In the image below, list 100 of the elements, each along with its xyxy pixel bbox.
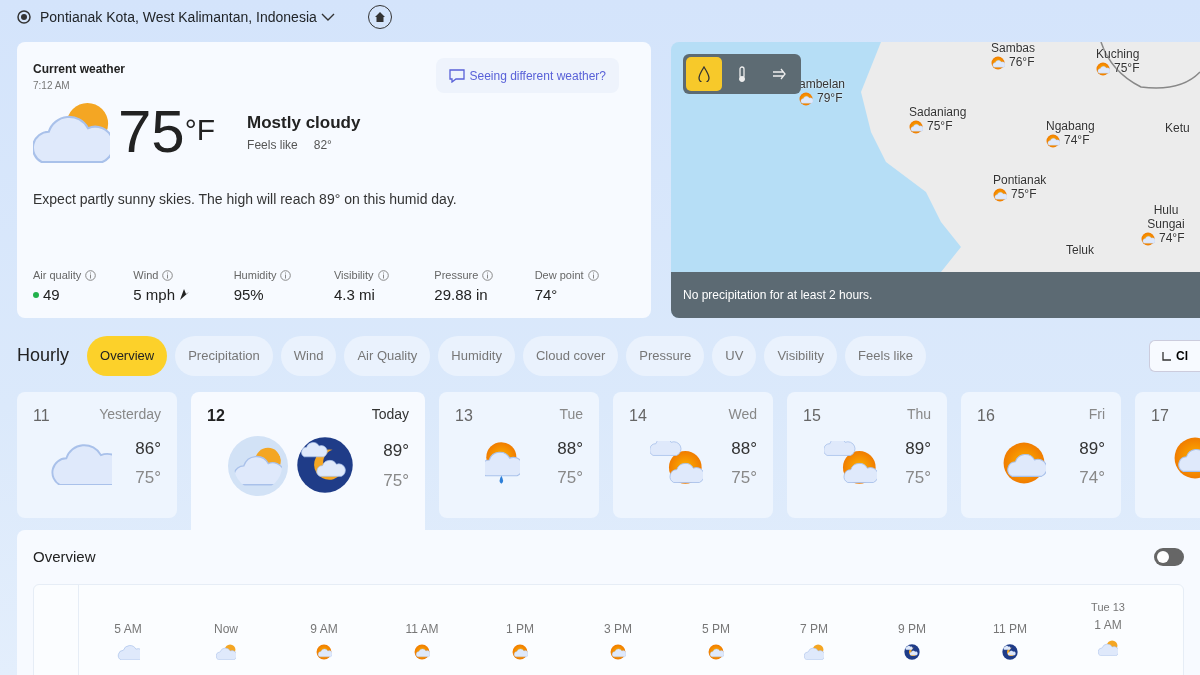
summary-text: Expect partly sunny skies. The high will reach 89° on this humid day. bbox=[33, 190, 458, 209]
home-icon bbox=[374, 12, 385, 22]
tab[interactable]: Feels like bbox=[845, 336, 927, 376]
place-name: Pontianak bbox=[993, 174, 1047, 188]
stat-value: 5 mph bbox=[133, 284, 176, 305]
day-text: Today bbox=[371, 404, 409, 424]
info-icon[interactable] bbox=[482, 269, 494, 281]
card-title: Current weather bbox=[33, 61, 126, 78]
stat-label: Air quality bbox=[33, 268, 82, 283]
weather-icon bbox=[216, 644, 236, 660]
weather-icon bbox=[1046, 133, 1060, 148]
place-name: Ketu bbox=[1165, 122, 1190, 136]
stat-value: 4.3 mi bbox=[334, 284, 375, 305]
hour-label: Now bbox=[213, 621, 239, 638]
hour-label: 7 PM bbox=[799, 621, 829, 638]
weather-icon bbox=[991, 55, 1005, 70]
feedback-button[interactable]: Seeing different weather? bbox=[436, 58, 619, 93]
stat-label: Humidity bbox=[233, 268, 277, 283]
date-text: 12 bbox=[207, 405, 225, 426]
weather-icon bbox=[116, 644, 140, 660]
chart-button[interactable]: Cl bbox=[1149, 339, 1200, 372]
weather-icon bbox=[823, 441, 877, 485]
day-card[interactable]: 17 bbox=[1135, 391, 1200, 518]
place-temperature: 75°F bbox=[927, 119, 953, 134]
stat-value: 49 bbox=[43, 284, 60, 305]
condition-text: Mostly cloudy bbox=[247, 112, 361, 135]
temperature-text: 75 bbox=[118, 102, 185, 162]
info-icon[interactable] bbox=[377, 269, 389, 281]
info-icon[interactable] bbox=[162, 269, 174, 281]
info-icon[interactable] bbox=[280, 269, 292, 281]
place-temperature: 74°F bbox=[1159, 231, 1185, 246]
tab[interactable]: Pressure bbox=[626, 336, 705, 376]
weather-icon bbox=[414, 644, 430, 660]
tab[interactable]: Visibility bbox=[764, 336, 838, 376]
feels-like-value: 82° bbox=[313, 136, 332, 154]
day-text: Thu bbox=[906, 404, 931, 424]
panel-title: Overview bbox=[33, 546, 96, 567]
place-temperature: 75°F bbox=[1114, 61, 1140, 76]
weather-icon bbox=[804, 644, 824, 660]
place-temperature: 76°F bbox=[1009, 55, 1035, 70]
date-text: 15 bbox=[803, 405, 821, 426]
drop-icon bbox=[696, 66, 712, 82]
tab[interactable]: Precipitation bbox=[175, 336, 273, 376]
high-temperature: 88° bbox=[731, 437, 757, 460]
weather-icon bbox=[48, 441, 112, 485]
info-icon[interactable] bbox=[587, 269, 599, 281]
day-card[interactable]: 11 Yesterday 86° 75° bbox=[17, 391, 177, 518]
date-label: Tue 13 bbox=[1090, 600, 1126, 615]
hour-label: 11 PM bbox=[992, 621, 1028, 638]
low-temperature: 75° bbox=[731, 467, 757, 489]
stat-value: 74° bbox=[534, 284, 558, 305]
weather-icon bbox=[904, 644, 920, 660]
day-card[interactable]: 14 Wed 88° 75° bbox=[613, 391, 773, 518]
high-temperature: 86° bbox=[135, 437, 161, 460]
chevron-down-icon bbox=[320, 12, 335, 22]
info-icon[interactable] bbox=[85, 269, 97, 281]
stat-label: Visibility bbox=[334, 268, 374, 283]
high-temperature: 88° bbox=[557, 437, 583, 460]
weather-icon bbox=[708, 644, 724, 660]
day-card[interactable]: 12 Today 89° 75° bbox=[191, 391, 425, 532]
section-title: Hourly bbox=[17, 344, 69, 368]
place-temperature: 79°F bbox=[817, 91, 843, 106]
day-card[interactable]: 13 Tue 88° 75° bbox=[439, 391, 599, 518]
map[interactable]: Sambas 76°F Kuching 75°F ambelan 79°F Sadaniang 75°F Ngabang 74°F Ketu Pontianak 75°F Teluk Hulu Sungai 74°F No precipitation for at least 2 hours. bbox=[671, 42, 1200, 318]
weather-icon bbox=[993, 187, 1007, 202]
day-card[interactable]: 16 Fri 89° 74° bbox=[961, 391, 1121, 518]
weather-icon bbox=[1141, 231, 1155, 246]
location-dropdown[interactable]: Pontianak Kota, West Kalimantan, Indonesia bbox=[39, 5, 336, 29]
tab[interactable]: Wind bbox=[280, 336, 337, 376]
weather-icon bbox=[316, 644, 332, 660]
place-name: Teluk bbox=[1066, 244, 1094, 258]
date-text: 17 bbox=[1151, 405, 1169, 426]
layer-button[interactable] bbox=[686, 57, 722, 91]
arrow-icon bbox=[772, 66, 788, 82]
hour-label: 9 PM bbox=[897, 621, 927, 638]
tab[interactable]: Humidity bbox=[438, 336, 515, 376]
toggle-switch[interactable] bbox=[1154, 547, 1184, 566]
low-temperature: 74° bbox=[1079, 467, 1105, 489]
place-name: Hulu Sungai bbox=[1146, 204, 1186, 232]
weather-icon bbox=[1002, 441, 1047, 485]
weather-icon bbox=[33, 101, 110, 163]
hour-label: 1 AM bbox=[1093, 616, 1123, 634]
tab[interactable]: Air Quality bbox=[344, 336, 431, 376]
hour-label: 1 PM bbox=[505, 621, 535, 638]
tab[interactable]: UV bbox=[712, 336, 757, 376]
tab[interactable]: Overview bbox=[87, 336, 168, 376]
feels-like-label: Feels like bbox=[247, 136, 298, 154]
stat-label: Dew point bbox=[534, 268, 584, 283]
day-card[interactable]: 15 Thu 89° 75° bbox=[787, 391, 947, 518]
hour-label: 5 AM bbox=[113, 621, 143, 638]
location-icon[interactable] bbox=[17, 10, 31, 24]
time-text: 7:12 AM bbox=[33, 79, 71, 93]
high-temperature: 89° bbox=[383, 440, 409, 462]
tab[interactable]: Cloud cover bbox=[522, 336, 619, 376]
low-temperature: 75° bbox=[383, 469, 409, 492]
message-text: No precipitation for at least 2 hours. bbox=[683, 287, 873, 304]
low-temperature: 75° bbox=[557, 467, 583, 489]
weather-icon bbox=[909, 119, 923, 134]
weather-icon bbox=[610, 644, 626, 660]
day-text: Fri bbox=[1088, 404, 1105, 424]
